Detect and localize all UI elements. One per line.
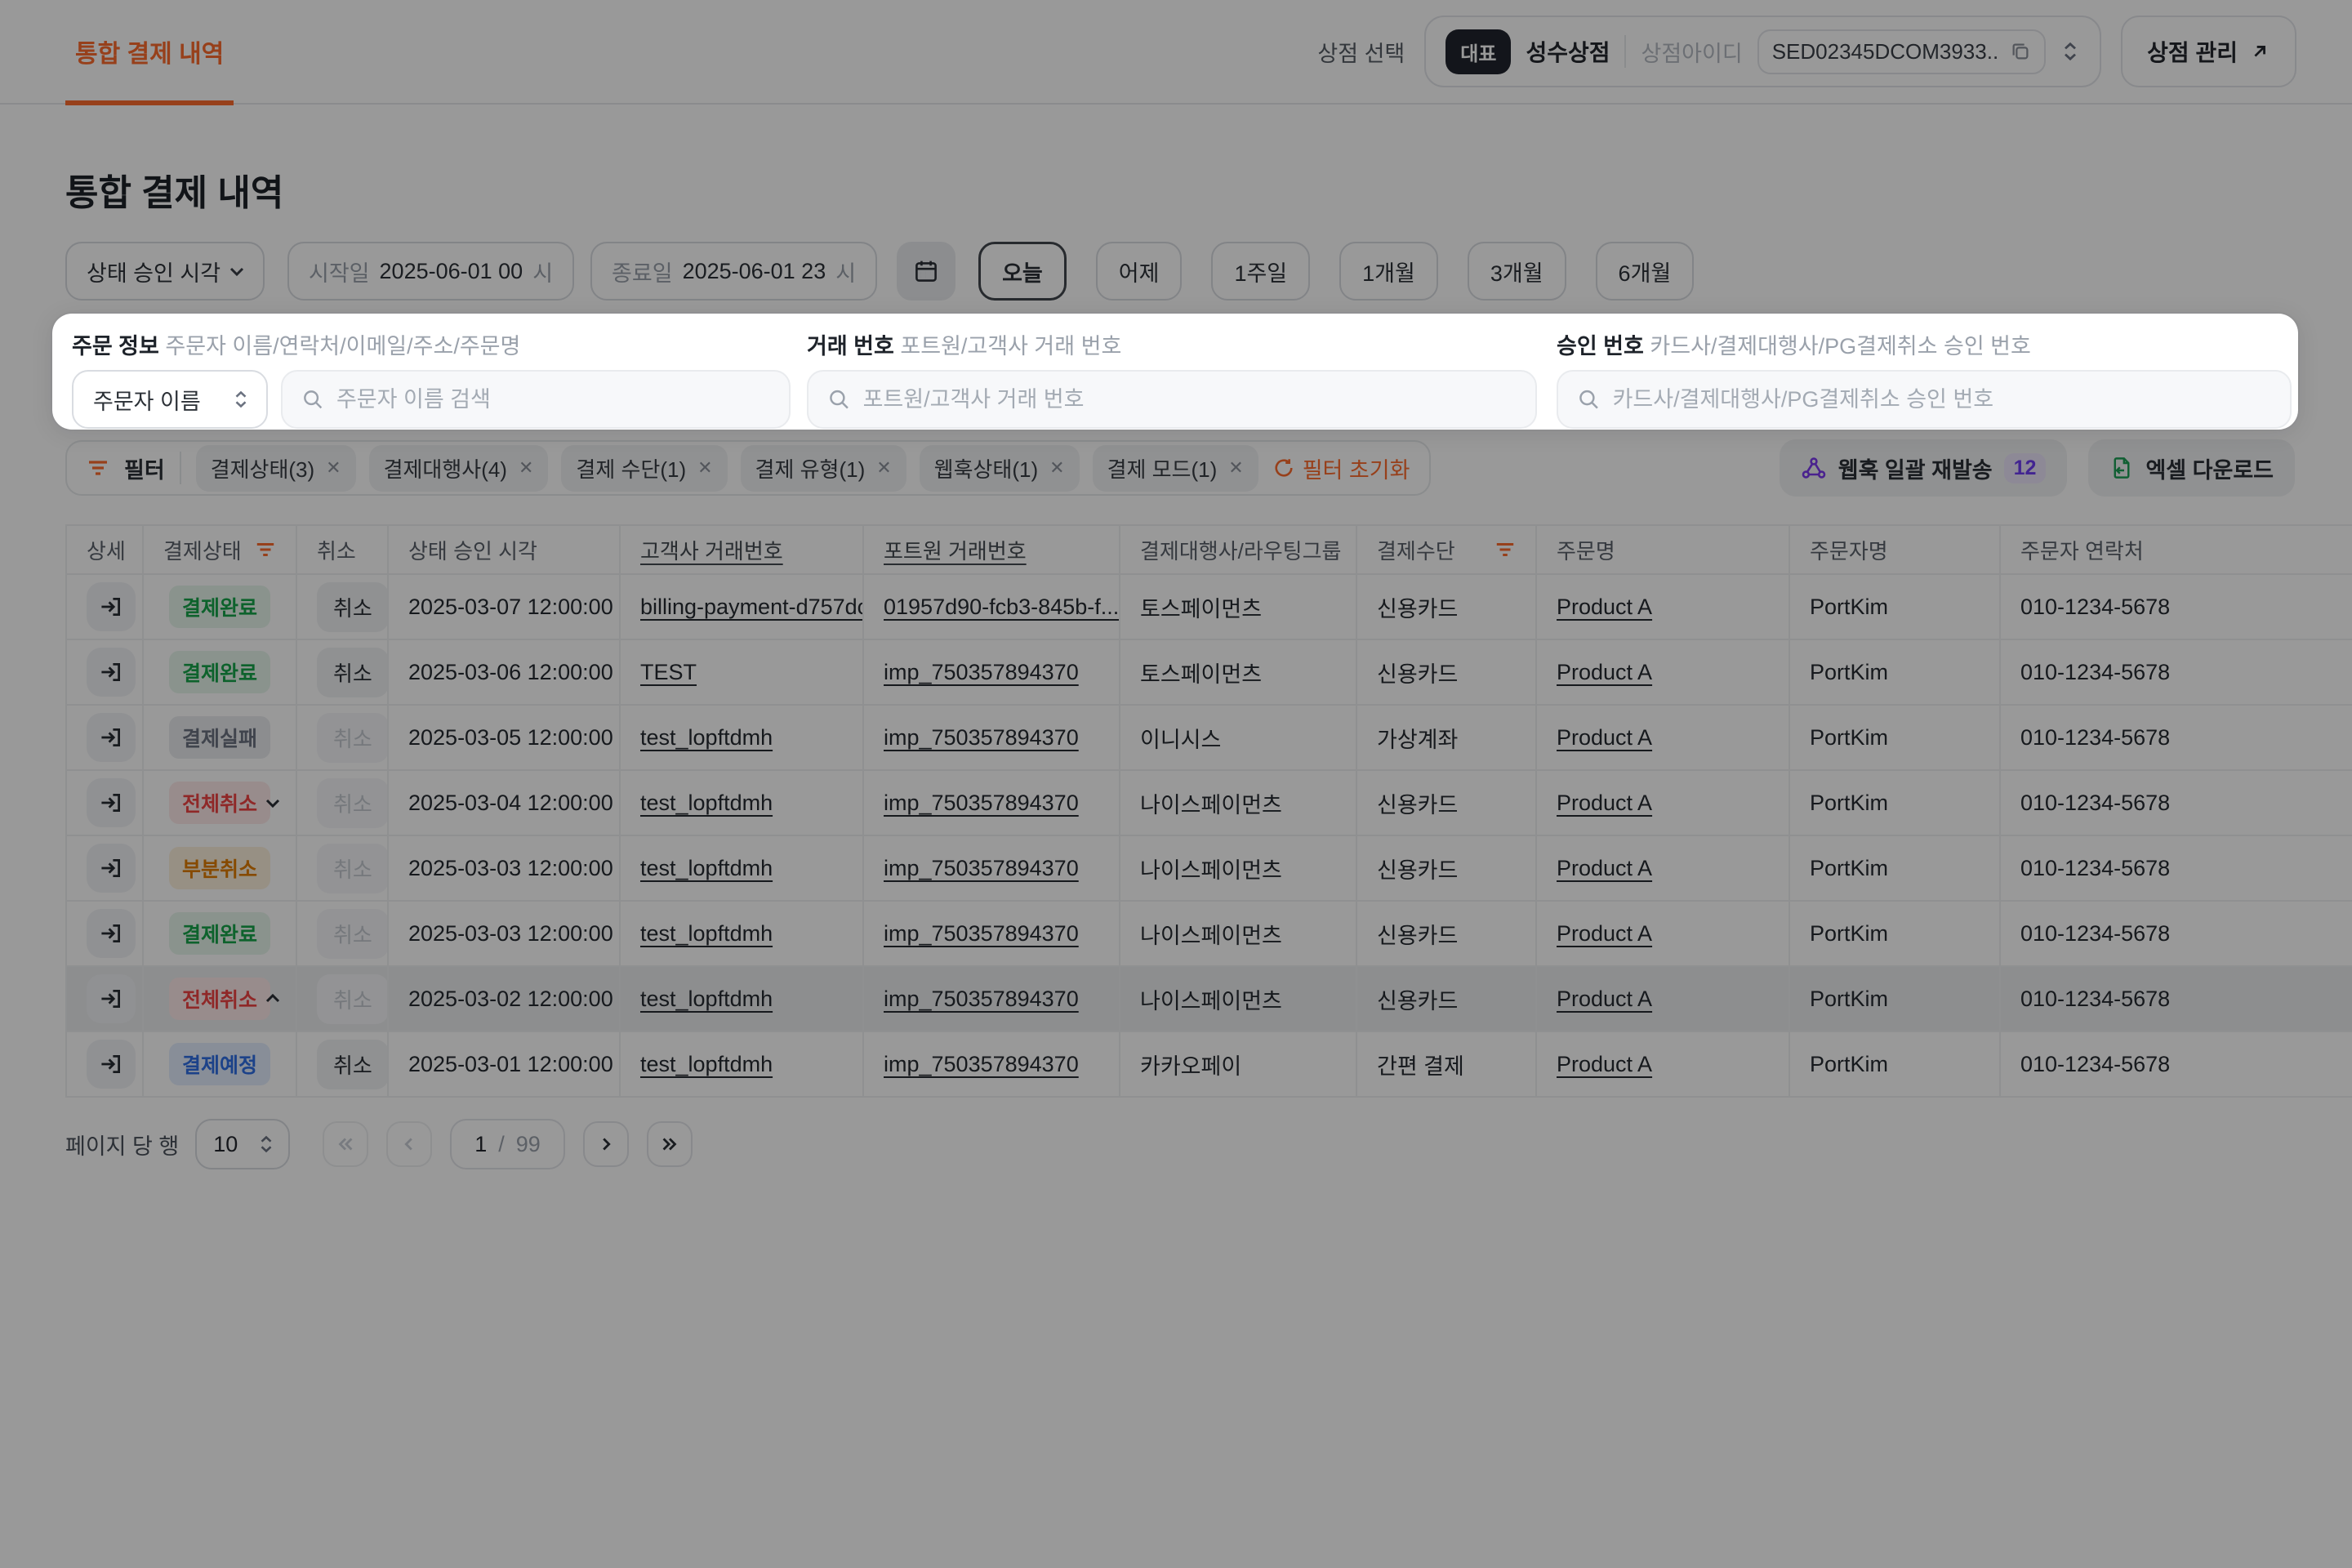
order-field-value: 주문자 이름 (93, 384, 201, 416)
order-field-select[interactable]: 주문자 이름 (72, 370, 268, 429)
approval-search-field[interactable] (1557, 370, 2292, 429)
approval-search-input[interactable] (1613, 387, 2270, 412)
search-group-order: 주문 정보 주문자 이름/연락처/이메일/주소/주문명 주문자 이름 (72, 328, 791, 429)
chevron-updown-icon (232, 389, 250, 410)
search-icon (828, 388, 850, 411)
search-band: 주문 정보 주문자 이름/연락처/이메일/주소/주문명 주문자 이름 거래 번호… (52, 314, 2298, 430)
order-search-input[interactable] (336, 387, 769, 412)
search-group-order-label: 주문 정보 주문자 이름/연락처/이메일/주소/주문명 (72, 328, 791, 360)
app-root: 통합 결제 내역 상점 선택 대표 성수상점 상점아이디 SED02345DCO… (0, 0, 2352, 1568)
tx-search-input[interactable] (863, 387, 1516, 412)
search-group-approval: 승인 번호 카드사/결제대행사/PG결제취소 승인 번호 (1557, 328, 2292, 429)
dim-overlay (0, 0, 2352, 1568)
order-search-field[interactable] (281, 370, 791, 429)
search-group-tx: 거래 번호 포트원/고객사 거래 번호 (807, 328, 1537, 429)
search-icon (302, 388, 323, 411)
search-group-tx-label: 거래 번호 포트원/고객사 거래 번호 (807, 328, 1537, 360)
tx-search-field[interactable] (807, 370, 1537, 429)
search-icon (1578, 388, 1600, 411)
search-group-approval-label: 승인 번호 카드사/결제대행사/PG결제취소 승인 번호 (1557, 328, 2292, 360)
